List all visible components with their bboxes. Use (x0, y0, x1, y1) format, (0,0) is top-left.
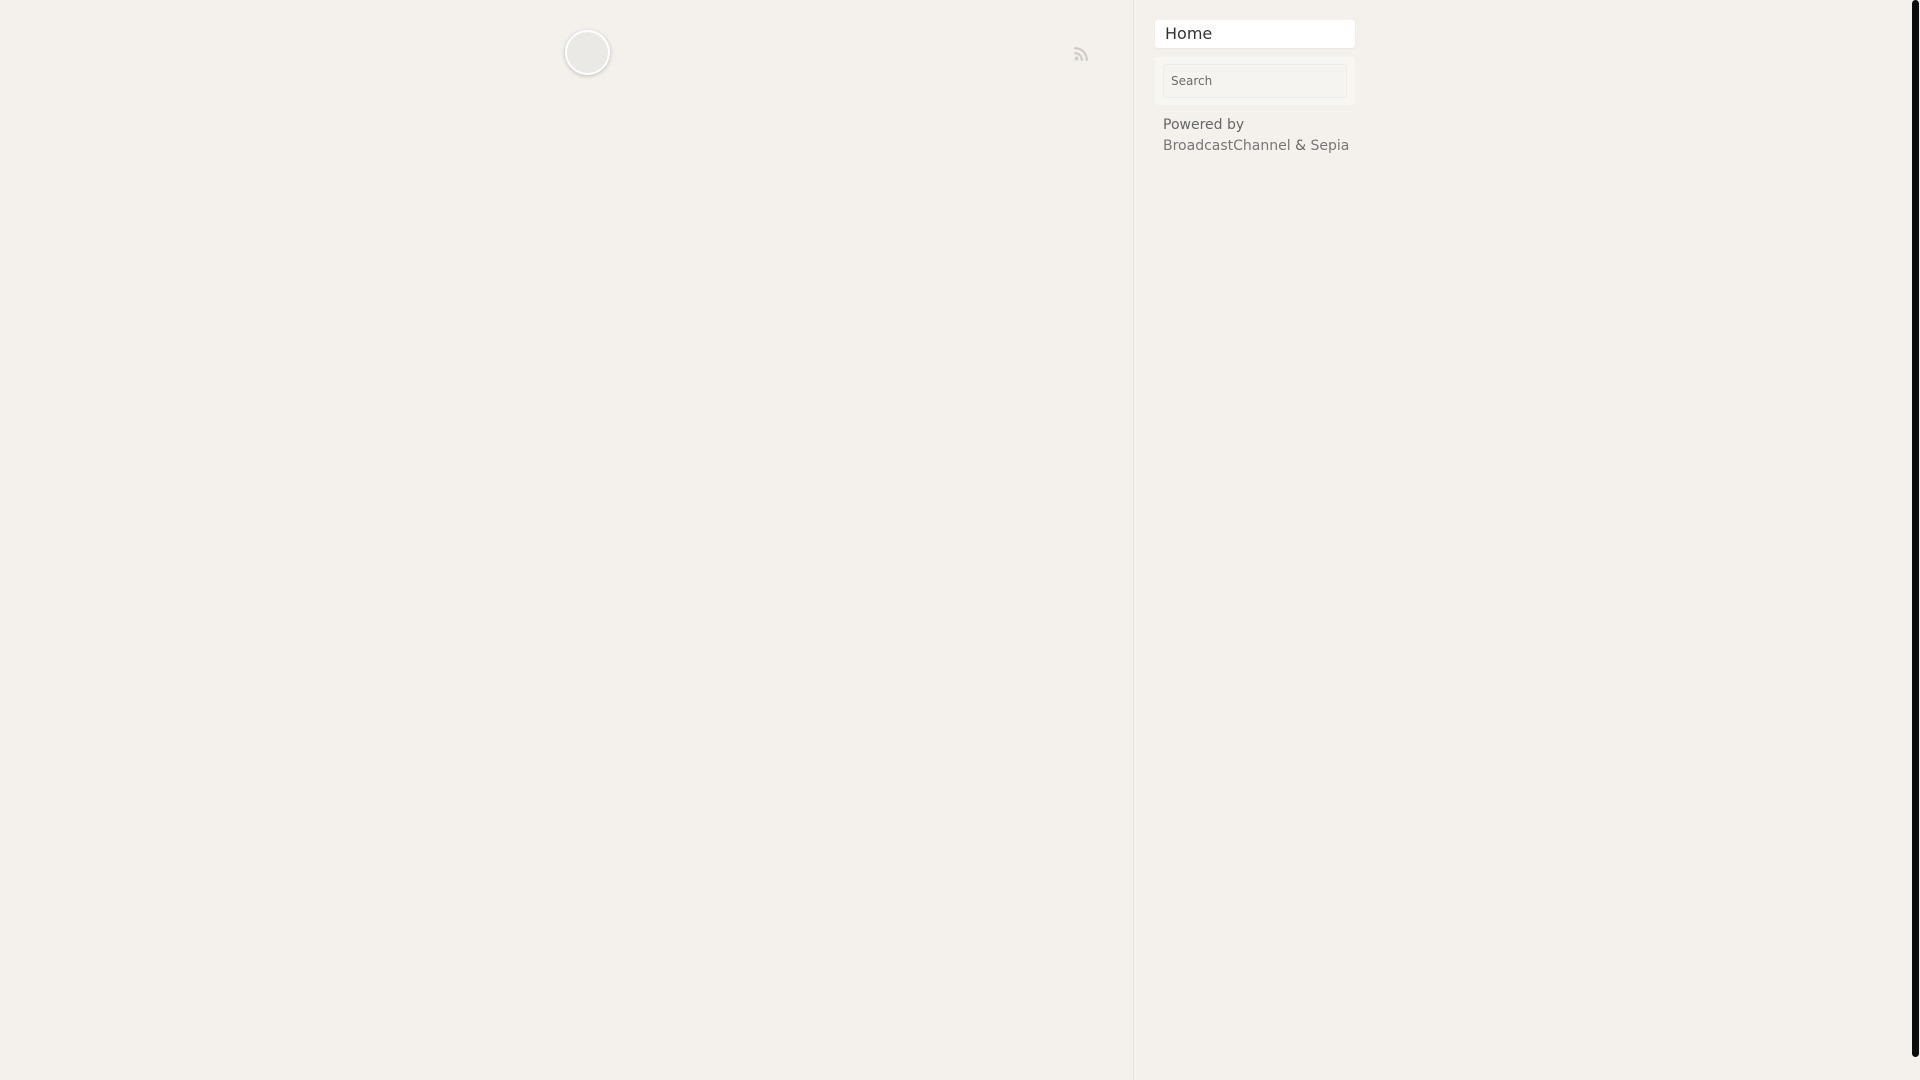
search-input[interactable] (1163, 64, 1347, 98)
main-content (0, 0, 1134, 1080)
powered-by: Powered by BroadcastChannel & Sepia (1155, 115, 1355, 157)
powered-by-label: Powered by (1163, 117, 1245, 133)
nav-home-link[interactable]: Home (1155, 20, 1355, 48)
sepia-link[interactable]: Sepia (1310, 138, 1349, 154)
scrollbar-thumb[interactable] (1912, 0, 1919, 1057)
sidebar: Home Powered by BroadcastChannel & Sepia (1155, 20, 1355, 157)
ampersand: & (1295, 138, 1306, 154)
rss-icon[interactable] (1073, 45, 1090, 62)
page: Home Powered by BroadcastChannel & Sepia (0, 0, 1920, 1080)
vertical-scrollbar[interactable] (1911, 0, 1920, 1080)
powered-by-links: BroadcastChannel & Sepia (1163, 136, 1355, 157)
search-box (1155, 57, 1355, 105)
broadcastchannel-link[interactable]: BroadcastChannel (1163, 138, 1291, 154)
channel-avatar[interactable] (565, 30, 610, 75)
